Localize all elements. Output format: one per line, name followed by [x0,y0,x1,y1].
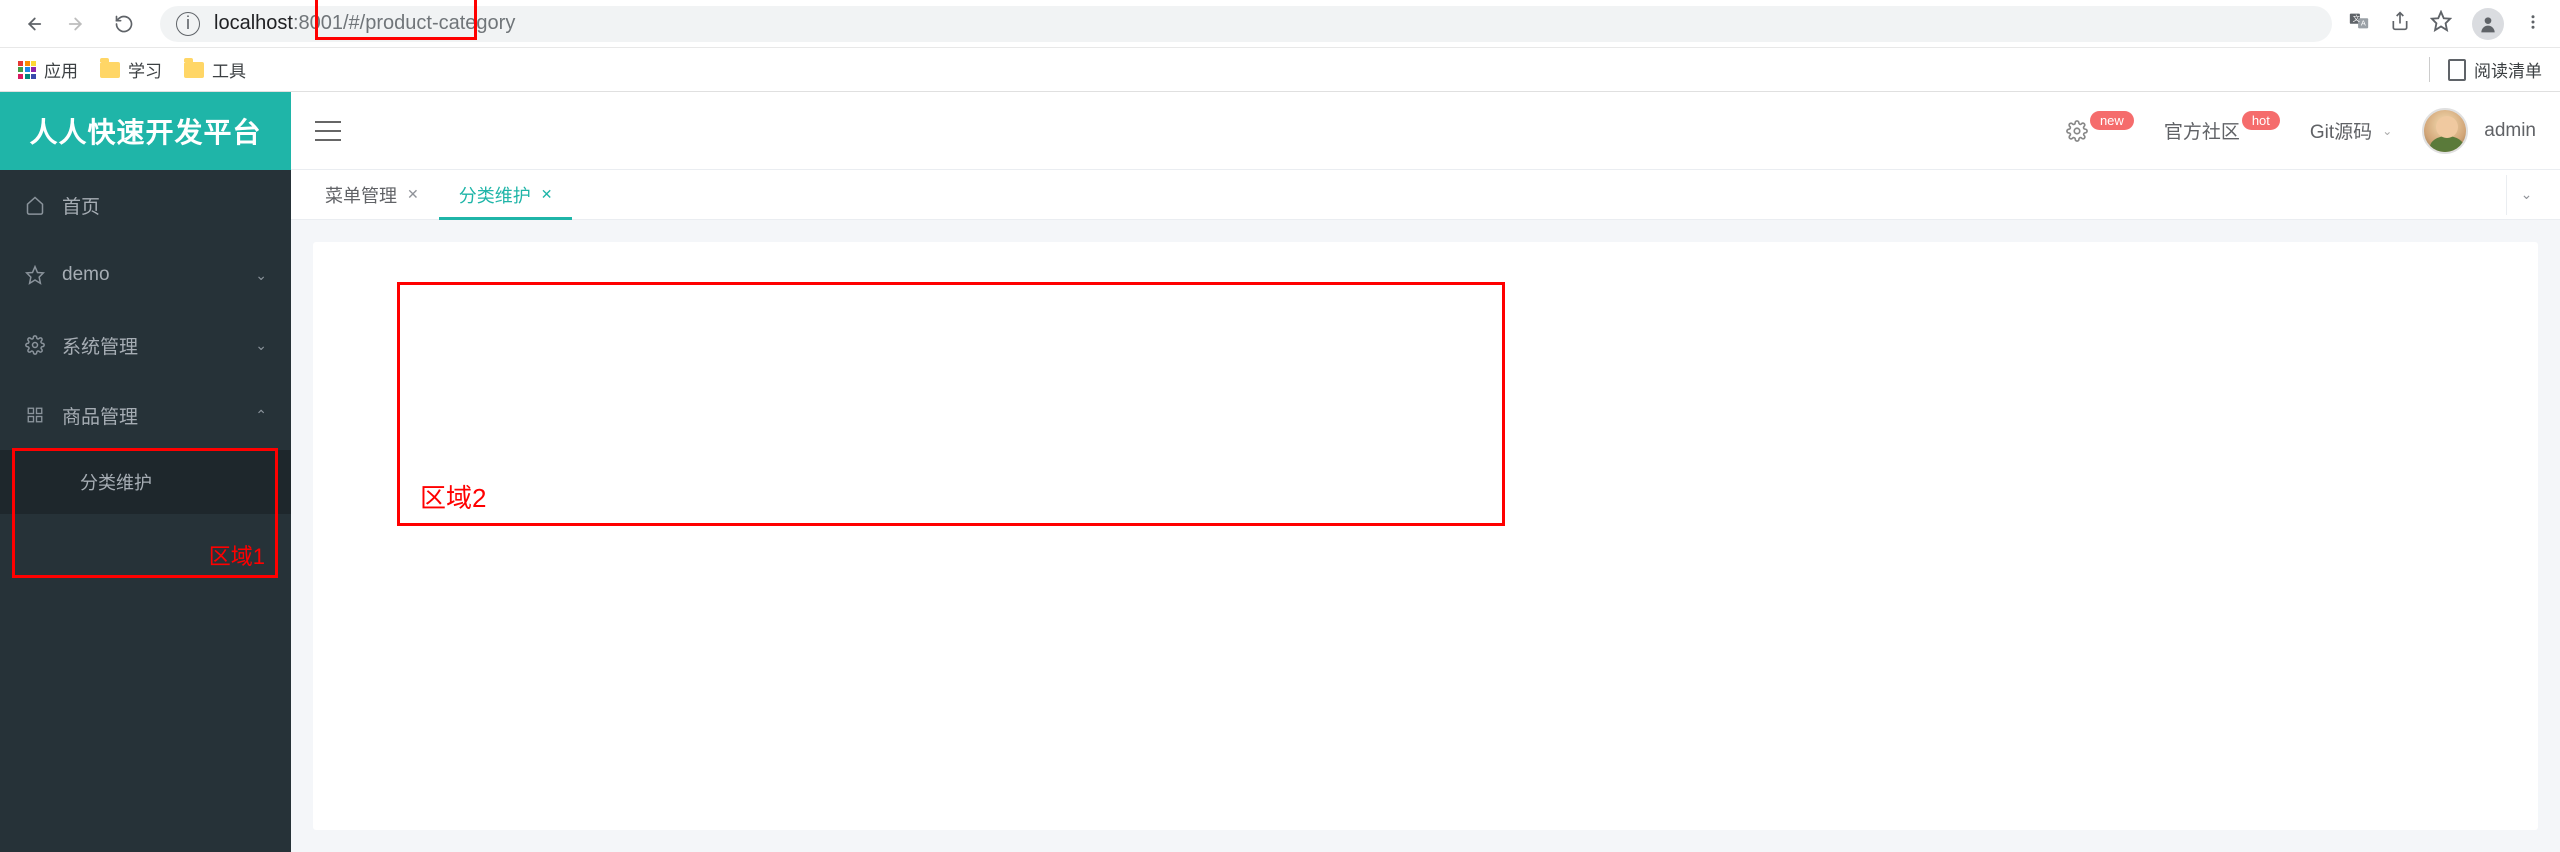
star-icon [24,264,46,286]
header-git[interactable]: Git源码 ⌄ [2310,117,2392,144]
close-icon[interactable]: ✕ [407,186,419,203]
user-name: admin [2484,120,2536,142]
annotation-box-2: 区域2 [397,282,1505,526]
bookmark-folder-study[interactable]: 学习 [100,57,162,82]
tab-menu-manage[interactable]: 菜单管理 ✕ [305,170,439,219]
sidebar-item-product[interactable]: 商品管理 ⌃ [0,380,291,450]
menu-icon[interactable] [2524,11,2542,37]
annotation-label-1: 区域1 [209,539,265,571]
back-button[interactable] [12,4,52,44]
sidebar-item-demo[interactable]: demo ⌄ [0,240,291,310]
address-bar[interactable]: i localhost:8001/#/product-category [160,6,2332,42]
header-user[interactable]: admin [2422,108,2536,154]
browser-toolbar: i localhost:8001/#/product-category 文A [0,0,2560,48]
settings-badge: new [2090,111,2134,130]
chevron-down-icon: ⌄ [2382,124,2392,138]
reading-list-icon [2448,59,2466,81]
bookmark-folder-tools-label: 工具 [212,57,246,82]
sidebar-subitem-label: 分类维护 [80,469,152,495]
share-icon[interactable] [2390,11,2410,37]
forward-button[interactable] [58,4,98,44]
sidebar-item-label: 首页 [62,192,100,219]
chevron-down-icon: ⌄ [255,337,267,354]
close-icon[interactable]: ✕ [541,186,553,203]
bookmark-apps[interactable]: 应用 [18,57,78,82]
sidebar-item-home[interactable]: 首页 [0,170,291,240]
app-header: new 官方社区 hot Git源码 ⌄ admin [291,92,2560,170]
bookmark-apps-label: 应用 [44,57,78,82]
git-label: Git源码 [2310,117,2372,144]
chevron-up-icon: ⌃ [255,407,267,424]
translate-icon[interactable]: 文A [2348,10,2370,38]
sidebar-item-label: 系统管理 [62,332,138,359]
sidebar-subitem-category[interactable]: 分类维护 [0,450,291,514]
svg-text:A: A [2361,18,2366,27]
sidebar-item-label: 商品管理 [62,402,138,429]
sidebar-item-label: demo [62,264,110,286]
tab-category-maintain[interactable]: 分类维护 ✕ [439,170,573,219]
content-panel: 区域2 [313,242,2538,830]
reading-list-label: 阅读清单 [2474,57,2542,82]
hamburger-icon[interactable] [315,121,341,141]
grid-icon [24,404,46,426]
folder-icon [184,62,204,78]
profile-icon[interactable] [2472,8,2504,40]
annotation-label-2: 区域2 [420,478,486,515]
bookmark-folder-study-label: 学习 [128,57,162,82]
apps-icon [18,61,36,79]
reading-list-button[interactable]: 阅读清单 [2429,57,2542,82]
avatar [2422,108,2468,154]
url-port: :8001 [293,12,343,35]
tabs-bar: 菜单管理 ✕ 分类维护 ✕ ⌄ [291,170,2560,220]
tab-label: 分类维护 [459,182,531,208]
header-community[interactable]: 官方社区 hot [2164,117,2280,144]
main-area: new 官方社区 hot Git源码 ⌄ admin 菜单管理 [291,92,2560,852]
community-label: 官方社区 [2164,117,2240,144]
bookmark-folder-tools[interactable]: 工具 [184,57,246,82]
tab-label: 菜单管理 [325,182,397,208]
content-area: 区域2 [291,220,2560,852]
brand-title[interactable]: 人人快速开发平台 [0,92,291,170]
chevron-down-icon: ⌄ [255,267,267,284]
url-host: localhost [214,12,293,35]
header-settings[interactable]: new [2066,120,2134,142]
header-right: new 官方社区 hot Git源码 ⌄ admin [2066,108,2536,154]
star-icon[interactable] [2430,10,2452,38]
toolbar-right: 文A [2348,8,2548,40]
site-info-icon[interactable]: i [176,12,200,36]
reload-button[interactable] [104,4,144,44]
gear-icon [2066,120,2088,142]
folder-icon [100,62,120,78]
home-icon [24,194,46,216]
url-path: /#/product-category [343,12,515,35]
svg-text:文: 文 [2353,14,2361,23]
gear-icon [24,334,46,356]
sidebar: 人人快速开发平台 首页 demo ⌄ 系统管理 ⌄ 商品管理 [0,92,291,852]
bookmarks-bar: 应用 学习 工具 阅读清单 [0,48,2560,92]
sidebar-item-system[interactable]: 系统管理 ⌄ [0,310,291,380]
community-badge: hot [2242,111,2280,130]
app-container: 人人快速开发平台 首页 demo ⌄ 系统管理 ⌄ 商品管理 [0,92,2560,852]
tabs-dropdown[interactable]: ⌄ [2506,175,2546,215]
